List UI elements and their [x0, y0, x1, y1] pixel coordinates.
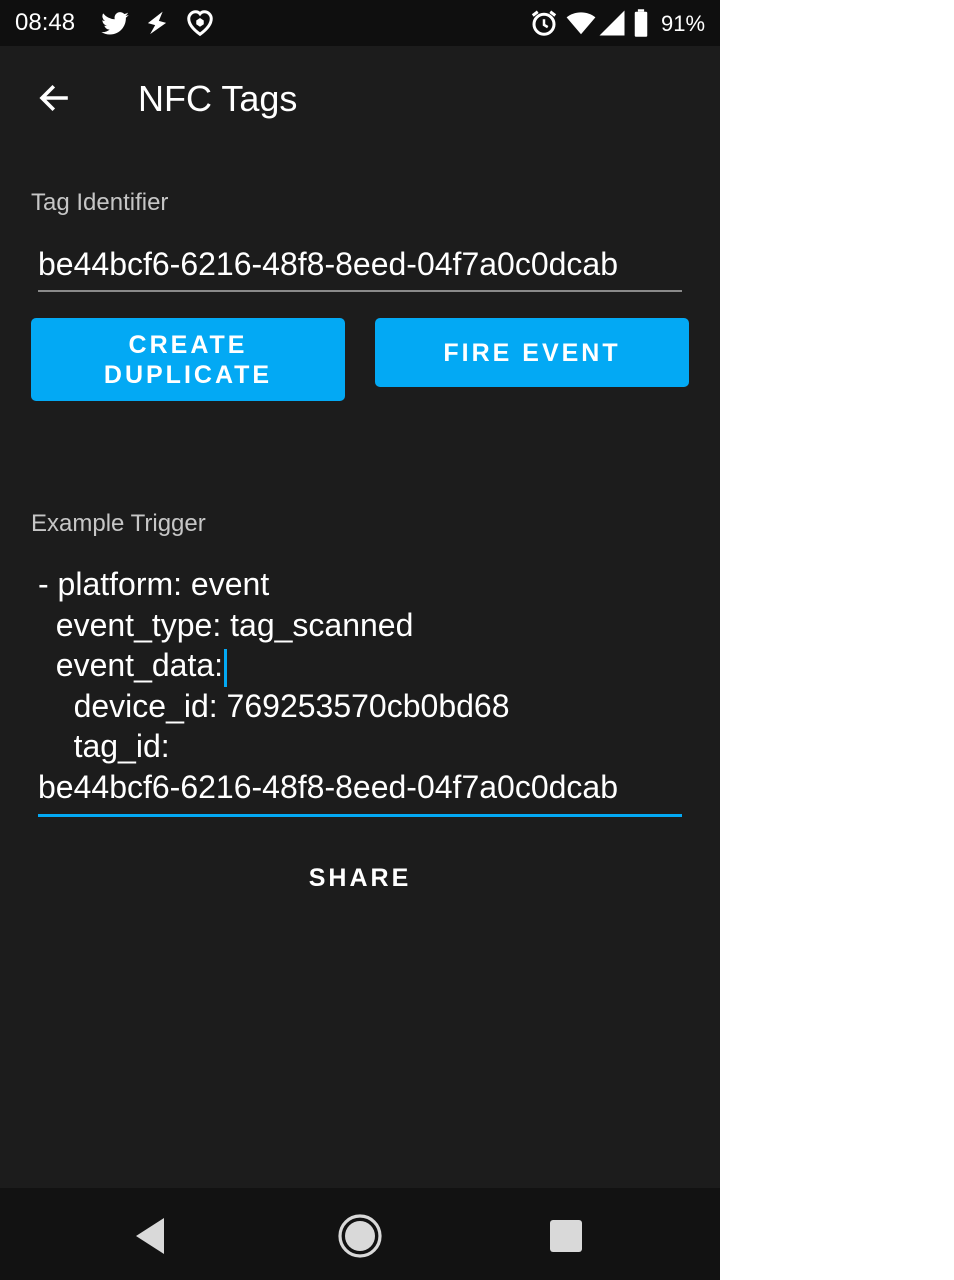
- alarm-icon: [531, 10, 557, 36]
- phone-screen: 08:48 91% NFC Tags Tag Identifier be44bc…: [0, 0, 720, 1280]
- tag-identifier-input[interactable]: be44bcf6-6216-48f8-8eed-04f7a0c0dcab: [38, 238, 682, 292]
- create-duplicate-line2: DUPLICATE: [103, 360, 273, 389]
- example-trigger-textarea[interactable]: - platform: event event_type: tag_scanne…: [38, 564, 682, 817]
- battery-percentage: 91%: [661, 11, 706, 36]
- app-bar: NFC Tags: [0, 46, 720, 156]
- trigger-line: - platform: event: [38, 566, 270, 602]
- wifi-icon: [566, 12, 596, 35]
- trigger-line: event_type: tag_scanned: [38, 607, 414, 643]
- trigger-line: device_id: 769253570cb0bd68: [38, 688, 510, 724]
- arrow-left-icon: [39, 84, 68, 112]
- create-duplicate-label: CREATE DUPLICATE: [73, 330, 303, 390]
- page-title: NFC Tags: [138, 78, 298, 119]
- navigation-bar: [0, 1188, 720, 1280]
- signal-icon: [599, 10, 625, 36]
- trigger-line-with-cursor: event_data:: [38, 645, 228, 687]
- home-circle-icon[interactable]: [336, 1212, 384, 1260]
- create-duplicate-line1: CREATE: [128, 330, 248, 359]
- back-triangle-icon[interactable]: [128, 1212, 176, 1260]
- example-trigger-label: Example Trigger: [31, 510, 206, 537]
- status-bar: 08:48 91%: [0, 0, 720, 46]
- text-cursor: [224, 648, 228, 687]
- share-button[interactable]: SHARE: [290, 856, 430, 900]
- shield-icon: [187, 10, 213, 37]
- fire-event-button[interactable]: FIRE EVENT: [375, 318, 689, 387]
- trigger-line: event_data:: [38, 647, 224, 683]
- battery-icon: [634, 9, 648, 37]
- trigger-line: be44bcf6-6216-48f8-8eed-04f7a0c0dcab: [38, 769, 619, 805]
- recents-square-icon[interactable]: [542, 1212, 590, 1260]
- twitter-icon: [101, 12, 129, 35]
- flash-icon: [147, 11, 167, 35]
- back-button[interactable]: [28, 72, 80, 124]
- trigger-line: tag_id:: [38, 728, 170, 764]
- create-duplicate-button[interactable]: CREATE DUPLICATE: [31, 318, 345, 401]
- fire-event-label: FIRE EVENT: [443, 338, 621, 367]
- tag-identifier-label: Tag Identifier: [31, 189, 169, 216]
- status-time: 08:48: [15, 9, 76, 36]
